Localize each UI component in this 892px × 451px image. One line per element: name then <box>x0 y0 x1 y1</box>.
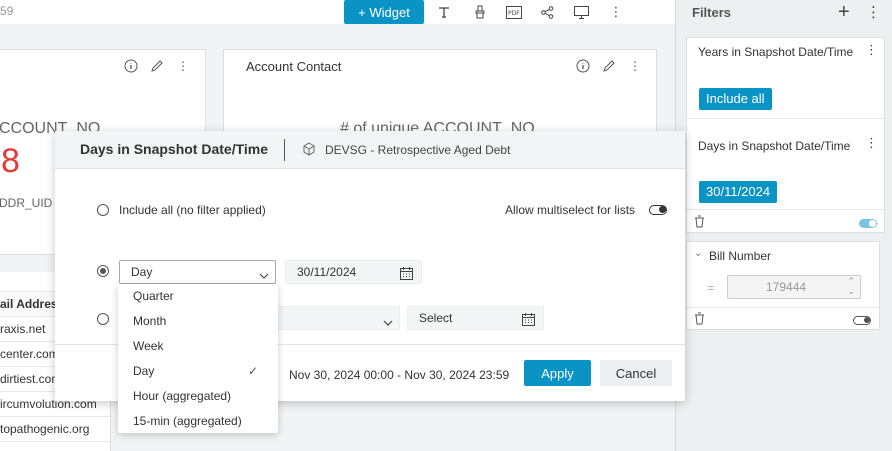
info-icon[interactable] <box>123 58 139 74</box>
modal-title: Days in Snapshot Date/Time <box>80 141 269 157</box>
more-icon[interactable]: ⋮ <box>865 135 878 151</box>
more-icon[interactable]: ⋮ <box>175 58 191 74</box>
multiselect-label: Allow multiselect for lists <box>505 203 636 217</box>
metric-sub-label: DDR_UID <box>0 196 53 210</box>
delete-icon[interactable] <box>694 312 705 328</box>
dropdown-option-month[interactable]: Month <box>118 309 278 334</box>
filters-title: Filters <box>692 5 732 20</box>
more-icon[interactable]: ⋮ <box>627 58 643 74</box>
filter-label: Bill Number <box>709 249 772 263</box>
filter-label: Years in Snapshot Date/Time <box>698 45 854 59</box>
option-label: Day <box>133 364 155 378</box>
operator-label: = <box>707 281 715 295</box>
widget-title: Account Contact <box>246 59 342 74</box>
edit-icon[interactable] <box>601 58 617 74</box>
filter-chip[interactable]: Include all <box>699 88 772 110</box>
filter-chip[interactable]: 30/11/2024 <box>699 181 778 203</box>
range-radio[interactable] <box>97 313 109 325</box>
dropdown-option-day[interactable]: Day ✓ <box>118 359 278 384</box>
filters-panel: Filters + ⋮ Years in Snapshot Date/Time … <box>675 0 892 451</box>
table-row[interactable]: topathogenic.org <box>0 417 110 442</box>
datasource-name: DEVSG - Retrospective Aged Debt <box>325 143 511 157</box>
granularity-select[interactable]: Day <box>119 260 276 284</box>
dropdown-option-hour[interactable]: Hour (aggregated) <box>118 384 278 409</box>
more-icon[interactable]: ⋮ <box>606 2 626 22</box>
cube-icon <box>302 142 316 159</box>
toggle-knob <box>869 220 876 227</box>
dropdown-option-week[interactable]: Week <box>118 334 278 359</box>
include-all-radio[interactable] <box>97 204 109 216</box>
delete-icon[interactable] <box>694 215 705 231</box>
single-date-radio[interactable] <box>97 265 109 277</box>
date-input[interactable]: 30/11/2024 <box>285 260 422 284</box>
divider <box>687 307 879 308</box>
granularity-dropdown: Quarter Month Week Day ✓ Hour (aggregate… <box>118 284 278 433</box>
modal-header: Days in Snapshot Date/Time DEVSG - Retro… <box>55 131 685 169</box>
info-icon[interactable] <box>575 58 591 74</box>
text-icon[interactable] <box>434 2 454 22</box>
monitor-icon[interactable] <box>571 2 591 22</box>
metric-value: 8 <box>1 142 20 180</box>
bill-number-input[interactable]: 179444 ⌃ ⌄ <box>727 275 861 299</box>
add-filter-icon[interactable]: + <box>838 1 850 24</box>
calendar-icon <box>400 265 413 287</box>
share-icon[interactable] <box>537 2 557 22</box>
filter-label: Days in Snapshot Date/Time <box>698 139 851 153</box>
svg-text:PDF: PDF <box>508 10 520 17</box>
dashboard-title-fragment: 59 <box>0 4 14 18</box>
selected-range-text: Nov 30, 2024 00:00 - Nov 30, 2024 23:59 <box>289 368 510 382</box>
dropdown-option-15min[interactable]: 15-min (aggregated) <box>118 409 278 434</box>
chevron-down-icon <box>383 313 393 335</box>
pdf-icon[interactable]: PDF <box>504 2 524 22</box>
brush-icon[interactable] <box>470 2 490 22</box>
input-value: 179444 <box>766 280 807 294</box>
divider <box>687 209 884 210</box>
granularity-value: Day <box>131 265 153 279</box>
divider <box>687 118 884 119</box>
calendar-icon <box>522 311 535 333</box>
more-icon[interactable]: ⋮ <box>866 3 881 21</box>
apply-button[interactable]: Apply <box>524 360 591 386</box>
filter-group: Years in Snapshot Date/Time ⋮ Include al… <box>686 37 885 233</box>
filter-toggle[interactable] <box>859 219 877 228</box>
range-placeholder: Select <box>419 311 453 325</box>
multiselect-toggle[interactable] <box>649 205 667 215</box>
bill-number-filter: ⌄ Bill Number = 179444 ⌃ ⌄ <box>686 241 880 330</box>
date-value: 30/11/2024 <box>297 265 357 279</box>
chevron-down-icon[interactable]: ⌄ <box>694 248 702 259</box>
top-toolbar: 59 + Widget PDF ⋮ <box>0 0 675 24</box>
check-icon: ✓ <box>247 364 258 378</box>
dropdown-option-quarter[interactable]: Quarter <box>118 284 278 309</box>
stepper-icon[interactable]: ⌃ ⌄ <box>847 276 855 296</box>
edit-icon[interactable] <box>149 58 165 74</box>
range-date-input[interactable]: Select <box>407 306 544 330</box>
filter-toggle[interactable] <box>853 316 871 325</box>
divider <box>284 139 285 161</box>
more-icon[interactable]: ⋮ <box>865 42 878 58</box>
include-all-label: Include all (no filter applied) <box>119 203 266 217</box>
toggle-knob <box>864 317 870 323</box>
add-widget-button[interactable]: + Widget <box>344 0 424 24</box>
cancel-button[interactable]: Cancel <box>600 360 672 386</box>
